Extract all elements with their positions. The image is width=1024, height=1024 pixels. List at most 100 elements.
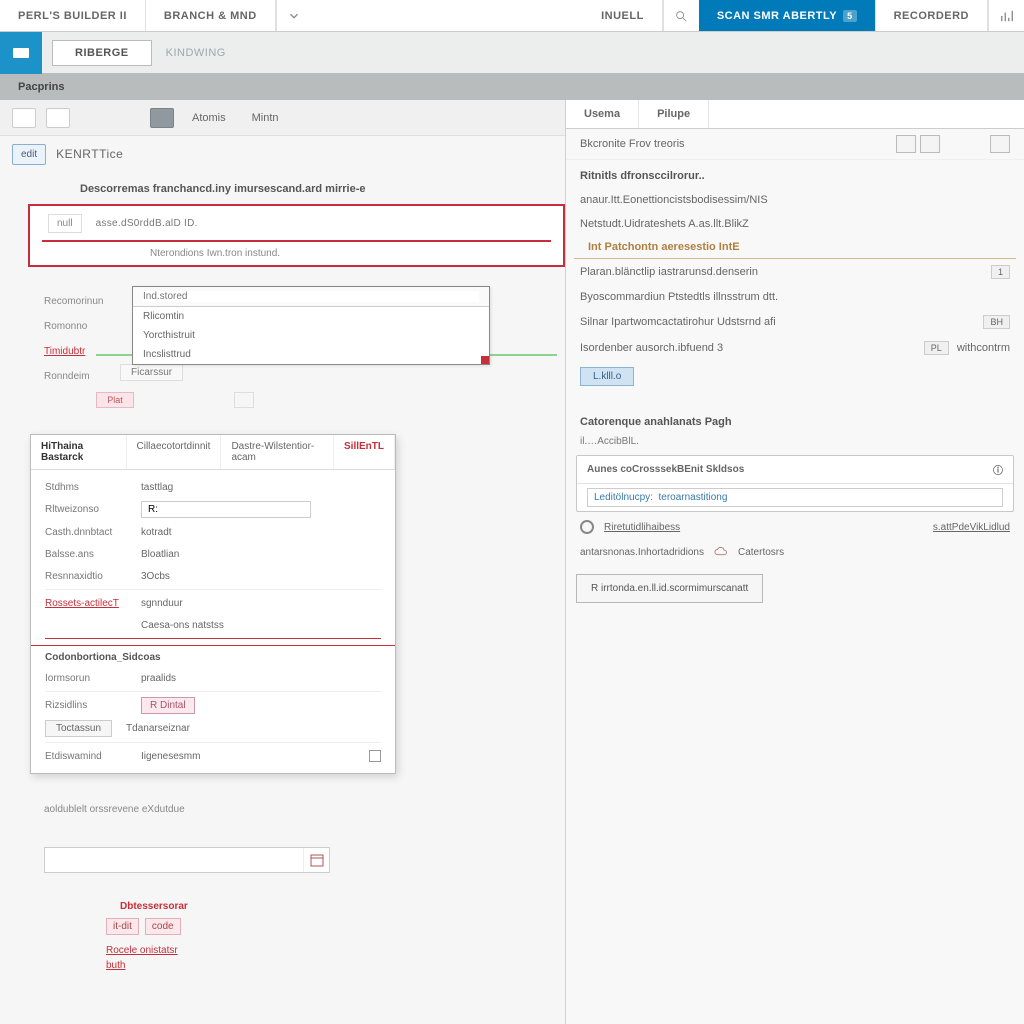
nav-back-button[interactable]: [12, 108, 36, 128]
dialog-subheading: Codonbortiona_Sidcoas: [31, 645, 395, 667]
radio-icon[interactable]: [580, 520, 594, 534]
field-label-link[interactable]: Rossets-actilecT: [45, 598, 131, 609]
meta-row-2: antarsnonas.Inhortadridions Catertosrs: [576, 542, 1014, 568]
red-chip[interactable]: code: [145, 918, 181, 935]
dropdown-search-input[interactable]: [143, 291, 479, 302]
dialog-tab-1[interactable]: HiThaina Bastarck: [31, 435, 127, 469]
right-tab-2[interactable]: Pilupe: [639, 100, 709, 128]
red-chip[interactable]: it-dit: [106, 918, 139, 935]
list-row[interactable]: Isordenber ausorch.ibfuend 3PLwithcontrm: [566, 335, 1024, 361]
meta-text: antarsnonas.Inhortadridions: [580, 547, 704, 558]
field-value: 3Ocbs: [141, 571, 170, 582]
meta-link[interactable]: s.attPdeVikLidlud: [933, 522, 1010, 533]
app-home-icon[interactable]: [0, 32, 42, 74]
search-field[interactable]: [44, 847, 330, 873]
edit-chip[interactable]: edit: [12, 144, 46, 165]
resize-handle-icon[interactable]: [481, 356, 489, 364]
pink-tag[interactable]: Plat: [96, 392, 134, 408]
error-subtext: Nterondions Iwn.tron instund.: [30, 242, 563, 265]
section2-sub: il.…AccibBlL.: [576, 434, 1014, 455]
dropdown-option[interactable]: Rlicomtin: [133, 307, 489, 326]
list-row[interactable]: Byoscommardiun Ptstedtls illnsstrum dtt.: [566, 285, 1024, 309]
list-link[interactable]: Rocele onistatsr: [106, 943, 553, 958]
right-column: Usema Pilupe Bkcronite Frov treoris Ritn…: [565, 100, 1024, 1024]
caption-text: aoldublelt orssrevene eXdutdue: [44, 800, 553, 819]
tab-branch[interactable]: BRANCH & MND: [146, 0, 276, 31]
right-toolbar-row: Bkcronite Frov treoris: [566, 129, 1024, 160]
section-icon: [50, 180, 72, 198]
search-icon[interactable]: [663, 0, 699, 31]
error-id: asse.dS0rddB.alD ID.: [96, 218, 198, 229]
left-column: Atomis Mintn edit KENRTTice Descorremas …: [0, 100, 565, 1024]
list-link[interactable]: buth: [106, 958, 553, 973]
breadcrumb: Pacprins: [0, 74, 1024, 100]
checkbox[interactable]: [369, 750, 381, 762]
riberge-button[interactable]: RIBERGE: [52, 40, 152, 66]
mini-chip-row: Ficarssur: [120, 364, 183, 381]
dropdown-option[interactable]: Yorcthistruit: [133, 326, 489, 345]
dialog-tab-2[interactable]: Cillaecotortdinnit: [127, 435, 222, 469]
tab-builder[interactable]: PERL'S BUILDER II: [0, 0, 146, 31]
dialog-tab-3[interactable]: Dastre-Wilstentior-acam: [221, 435, 334, 469]
nav-view-toggle[interactable]: [150, 108, 174, 128]
meta-text: Catertosrs: [738, 547, 784, 558]
second-bar: RIBERGE KINDWING: [0, 32, 1024, 74]
right-item[interactable]: Netstudt.Uidrateshets A.as.llt.BlikZ: [566, 212, 1024, 236]
right-item[interactable]: anaur.Itt.Eonettioncistsbodisessim/NIS: [566, 188, 1024, 212]
right-tabs: Usema Pilupe: [566, 100, 1024, 129]
panel-heading: Aunes coCrosssekBEnit Skldsos: [587, 464, 744, 475]
primary-action-button[interactable]: R irrtonda.en.ll.id.scormimurscanatt: [576, 574, 763, 603]
tab-inuell[interactable]: INUELL: [583, 0, 663, 31]
dialog-tabs: HiThaina Bastarck Cillaecotortdinnit Das…: [31, 435, 395, 470]
field-input[interactable]: [141, 501, 311, 518]
section-heading: Descorremas franchancd.iny imursescand.a…: [0, 172, 565, 204]
subnav-mintn[interactable]: Mintn: [244, 108, 287, 128]
field-subvalue: Caesa-ons natstss: [141, 620, 224, 631]
section2-heading: Catorenque anahlanats Pagh: [576, 410, 1014, 434]
chart-icon[interactable]: [988, 0, 1024, 31]
ochre-section-head: Int Patchontn aeresestio IntE: [574, 236, 1016, 259]
blue-chip[interactable]: L.klll.o: [580, 367, 634, 386]
autocomplete-dropdown[interactable]: Rlicomtin Yorcthistruit Incslisttrud: [132, 286, 490, 365]
validation-error-box: null asse.dS0rddB.alD ID. Nterondions Iw…: [28, 204, 565, 267]
mini-chip[interactable]: Ficarssur: [120, 364, 183, 381]
calendar-icon[interactable]: [303, 848, 329, 872]
secondbar-label: KINDWING: [166, 47, 226, 59]
right-row-label: Bkcronite Frov treoris: [580, 138, 886, 150]
meta-link[interactable]: Riretutidlihaibess: [604, 522, 680, 533]
label-4: Ronndeim: [44, 371, 103, 382]
field-value: Bloatlian: [141, 549, 179, 560]
red-link[interactable]: Dbtessersorar: [120, 901, 553, 912]
label-3-link[interactable]: Timidubtr: [44, 346, 103, 357]
tab-scan-primary[interactable]: SCAN SMR ABERTLY5: [699, 0, 876, 31]
field-label: Resnnaxidtio: [45, 571, 131, 582]
toolbar-button[interactable]: [896, 135, 916, 153]
field-label: Etdiswamind: [45, 751, 131, 762]
tab-recorder[interactable]: RECORDERD: [876, 0, 988, 31]
panel-info-icon[interactable]: ⓘ: [993, 462, 1003, 477]
field-label: Rizsidlins: [45, 700, 131, 711]
action-chip[interactable]: Toctassun: [45, 720, 112, 737]
field-label: Iormsorun: [45, 673, 131, 684]
status-chip[interactable]: R Dintal: [141, 697, 195, 714]
right-tab-1[interactable]: Usema: [566, 100, 639, 128]
dialog-tab-4[interactable]: SillEnTL: [334, 435, 395, 469]
dropdown-option[interactable]: Incslisttrud: [133, 345, 489, 364]
right-section-2: Catorenque anahlanats Pagh il.…AccibBlL.…: [566, 410, 1024, 603]
field-value: sgnnduur: [141, 598, 183, 609]
error-tag: null: [48, 214, 82, 233]
toolbar-button[interactable]: [920, 135, 940, 153]
pink-icon-box[interactable]: [234, 392, 254, 408]
subnav-atomis[interactable]: Atomis: [184, 108, 234, 128]
panel-input[interactable]: [587, 488, 1003, 507]
field-value: tasttlag: [141, 482, 173, 493]
right-subheading: Ritnitls dfronsccilrorur..: [566, 160, 1024, 188]
left-subnav: Atomis Mintn: [0, 100, 565, 136]
tab-overflow-icon[interactable]: [276, 0, 312, 31]
field-value: Tdanarseiznar: [126, 723, 190, 734]
search-input[interactable]: [45, 855, 303, 866]
list-row[interactable]: Plaran.blänctlip iastrarunsd.denserin1: [566, 259, 1024, 285]
list-row[interactable]: Silnar Ipartwomcactatirohur Udstsrnd afi…: [566, 309, 1024, 335]
toolbar-button[interactable]: [990, 135, 1010, 153]
nav-fwd-button[interactable]: [46, 108, 70, 128]
